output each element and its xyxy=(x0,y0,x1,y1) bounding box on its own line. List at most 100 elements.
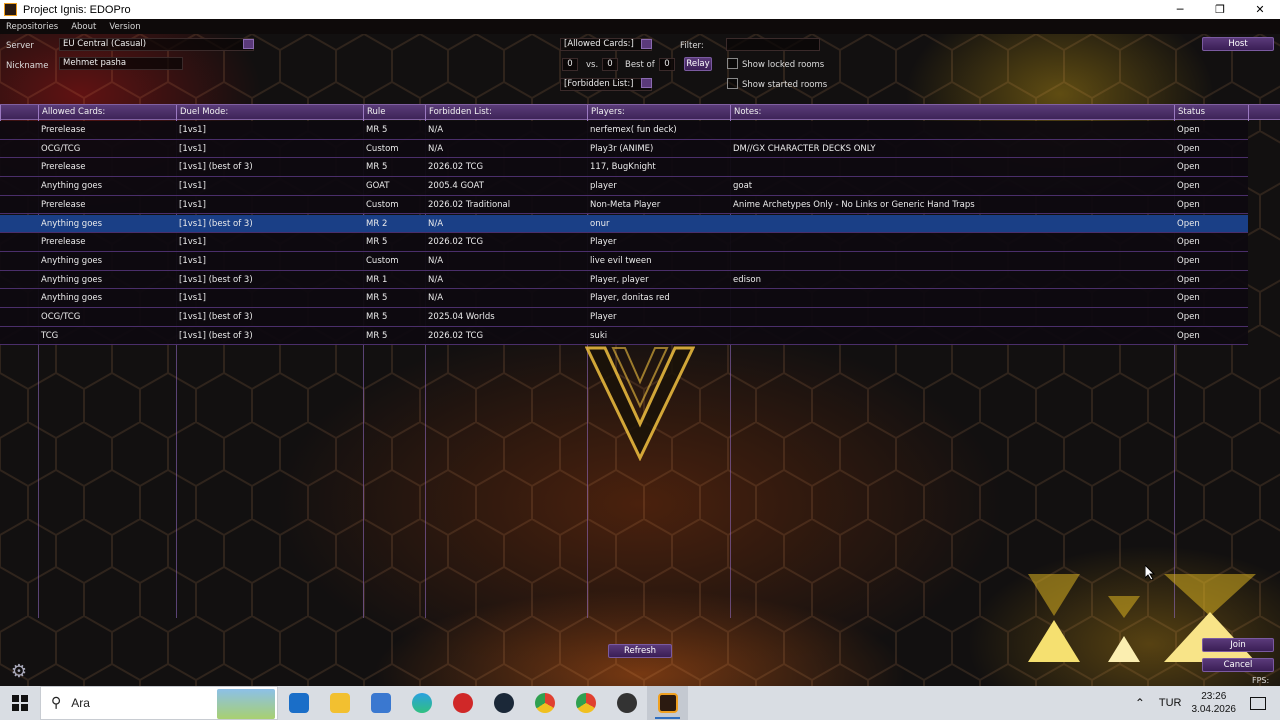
server-select[interactable]: EU Central (Casual) xyxy=(59,38,254,51)
cell-rule: Custom xyxy=(366,199,399,210)
settings-gear-icon[interactable]: ⚙ xyxy=(9,662,29,682)
file-explorer-icon[interactable] xyxy=(319,686,360,720)
table-row[interactable]: Prerelease [1vs1] MR 5 N/A nerfemex( fun dec… xyxy=(0,121,1248,140)
maximize-button[interactable]: ❐ xyxy=(1200,0,1240,19)
cell-rule: Custom xyxy=(366,255,399,266)
host-button[interactable]: Host xyxy=(1202,37,1274,51)
cell-rule: MR 1 xyxy=(366,274,388,285)
cell-duel-mode: [1vs1] xyxy=(179,199,206,210)
language-indicator[interactable]: TUR xyxy=(1159,697,1182,709)
table-row[interactable]: Anything goes [1vs1] GOAT 2005.4 GOAT player… xyxy=(0,177,1248,196)
forbidden-list-select[interactable]: [Forbidden List:] xyxy=(560,78,652,91)
cell-players: Player xyxy=(590,312,617,322)
menu-version[interactable]: Version xyxy=(109,22,140,32)
store-icon[interactable] xyxy=(360,686,401,720)
team1-count-input[interactable]: 0 xyxy=(562,58,578,71)
cell-status: Open xyxy=(1177,330,1200,341)
window-title: Project Ignis: EDOPro xyxy=(23,3,131,16)
cell-notes xyxy=(730,252,1174,270)
cell-players: Non-Meta Player xyxy=(590,199,661,210)
cell-duel-mode: [1vs1] (best of 3) xyxy=(179,218,253,229)
cell-rule: Custom xyxy=(366,143,399,154)
windows-taskbar: ⚲ Ara ⌃ TUR 23:26 3.04.2026 xyxy=(0,686,1280,720)
table-row[interactable]: OCG/TCG [1vs1] (best of 3) MR 5 2025.04 Wor… xyxy=(0,308,1248,327)
cell-status: Open xyxy=(1177,143,1200,154)
team2-count-input[interactable]: 0 xyxy=(602,58,618,71)
table-row[interactable]: Anything goes [1vs1] (best of 3) MR 2 N/A on… xyxy=(0,214,1248,234)
relay-button[interactable]: Relay xyxy=(684,57,712,71)
header-allowed-cards[interactable]: Allowed Cards: xyxy=(38,105,176,121)
cell-allowed-cards: Prerelease xyxy=(41,237,86,248)
forbidden-list-dropdown-button[interactable] xyxy=(641,78,652,88)
cell-rule: MR 5 xyxy=(366,125,388,135)
cell-players: onur xyxy=(590,218,610,229)
table-row[interactable]: Prerelease [1vs1] MR 5 2026.02 TCG Player Ope… xyxy=(0,233,1248,252)
show-started-checkbox[interactable] xyxy=(727,78,738,89)
header-status[interactable]: Status xyxy=(1174,105,1248,121)
header-spacer xyxy=(0,105,38,121)
menu-repositories[interactable]: Repositories xyxy=(6,22,58,32)
allowed-cards-select[interactable]: [Allowed Cards:] xyxy=(560,38,652,51)
title-bar: Project Ignis: EDOPro ─ ❐ ✕ xyxy=(0,0,1280,19)
cell-forbidden-list: 2026.02 TCG xyxy=(428,237,484,248)
cell-duel-mode: [1vs1] xyxy=(179,255,206,266)
close-button[interactable]: ✕ xyxy=(1240,0,1280,19)
cell-allowed-cards: Prerelease xyxy=(41,125,86,135)
windows-start-icon[interactable] xyxy=(0,686,40,720)
outlook-icon[interactable] xyxy=(278,686,319,720)
obs-icon[interactable] xyxy=(606,686,647,720)
header-notes[interactable]: Notes: xyxy=(730,105,1174,121)
show-locked-checkbox[interactable] xyxy=(727,58,738,69)
join-button[interactable]: Join xyxy=(1202,638,1274,652)
edge-icon[interactable] xyxy=(401,686,442,720)
best-of-input[interactable]: 0 xyxy=(659,58,675,71)
filter-input[interactable] xyxy=(726,38,820,51)
red-app-icon[interactable] xyxy=(442,686,483,720)
chevron-up-icon[interactable]: ⌃ xyxy=(1135,696,1145,710)
cell-notes xyxy=(730,327,1174,345)
header-duel-mode[interactable]: Duel Mode: xyxy=(176,105,363,121)
cell-notes: goat xyxy=(733,181,753,192)
table-row[interactable]: Anything goes [1vs1] (best of 3) MR 1 N/A Pl… xyxy=(0,270,1248,290)
minimize-button[interactable]: ─ xyxy=(1160,0,1200,19)
allowed-cards-dropdown-button[interactable] xyxy=(641,39,652,49)
notification-icon[interactable] xyxy=(1250,696,1266,710)
cell-forbidden-list: N/A xyxy=(428,125,444,135)
cell-rule: MR 2 xyxy=(366,218,388,229)
cancel-button[interactable]: Cancel xyxy=(1202,658,1274,672)
menu-bar: Repositories About Version xyxy=(0,19,1280,34)
taskbar-search-box[interactable]: ⚲ Ara xyxy=(40,686,278,720)
edopro-taskbar-icon[interactable] xyxy=(647,686,688,720)
refresh-button[interactable]: Refresh xyxy=(608,644,672,658)
cell-allowed-cards: OCG/TCG xyxy=(41,312,81,322)
table-row[interactable]: Anything goes [1vs1] MR 5 N/A Player, donita… xyxy=(0,289,1248,308)
table-row[interactable]: TCG [1vs1] (best of 3) MR 5 2026.02 TCG suki… xyxy=(0,326,1248,346)
menu-about[interactable]: About xyxy=(71,22,96,32)
header-rule[interactable]: Rule xyxy=(363,105,425,121)
cell-status: Open xyxy=(1177,312,1200,322)
steam-icon[interactable] xyxy=(483,686,524,720)
chrome-icon[interactable] xyxy=(524,686,565,720)
table-row[interactable]: Anything goes [1vs1] Custom N/A live evil tw… xyxy=(0,251,1248,271)
cell-status: Open xyxy=(1177,255,1200,266)
nickname-input[interactable]: Mehmet pasha xyxy=(59,57,183,70)
cell-notes xyxy=(730,289,1174,307)
clock-date: 3.04.2026 xyxy=(1191,704,1237,715)
cell-notes xyxy=(730,215,1174,233)
cell-allowed-cards: Prerelease xyxy=(41,199,86,210)
cell-status: Open xyxy=(1177,274,1200,285)
table-row[interactable]: OCG/TCG [1vs1] Custom N/A Play3r (ANIME) DM//… xyxy=(0,139,1248,159)
sunflower-thumbnail xyxy=(217,689,275,719)
table-row[interactable]: Prerelease [1vs1] Custom 2026.02 Traditiona… xyxy=(0,195,1248,215)
cell-duel-mode: [1vs1] (best of 3) xyxy=(179,312,253,322)
cell-status: Open xyxy=(1177,199,1200,210)
chrome-alt-icon[interactable] xyxy=(565,686,606,720)
header-forbidden-list[interactable]: Forbidden List: xyxy=(425,105,587,121)
clock[interactable]: 23:26 3.04.2026 xyxy=(1192,690,1237,716)
header-players[interactable]: Players: xyxy=(587,105,730,121)
nickname-label: Nickname xyxy=(6,61,49,71)
server-dropdown-button[interactable] xyxy=(243,39,254,49)
table-row[interactable]: Prerelease [1vs1] (best of 3) MR 5 2026.02 … xyxy=(0,158,1248,178)
show-started-label: Show started rooms xyxy=(742,80,828,90)
cell-players: live evil tween xyxy=(590,255,652,266)
